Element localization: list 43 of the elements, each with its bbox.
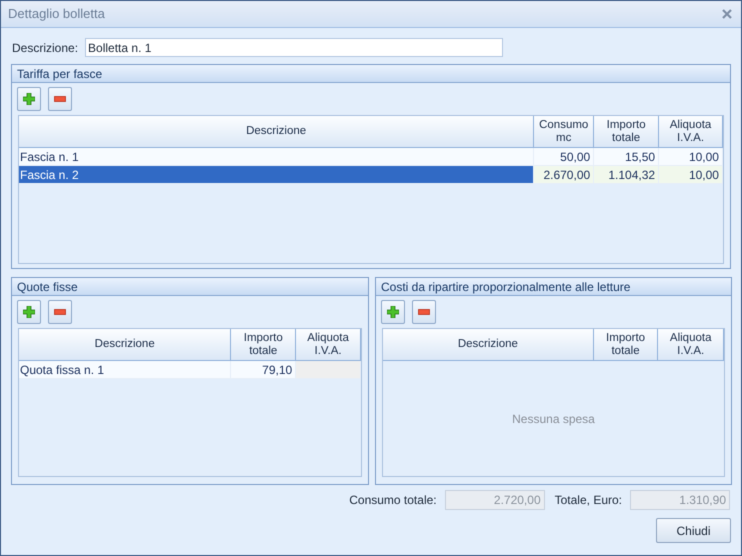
table-cell-text: 50,00 <box>560 148 590 166</box>
field-label: Descrizione: <box>12 40 78 56</box>
input-field[interactable]: Bolletta n. 1 <box>85 38 504 57</box>
table-cell-text: 10,00 <box>688 148 719 166</box>
minus-icon <box>54 96 66 102</box>
column-header[interactable]: Importo totale <box>231 329 296 360</box>
column-header[interactable]: Descrizione <box>19 116 534 147</box>
empty-message: Nessuna spesa <box>512 410 595 428</box>
column-header[interactable]: Descrizione <box>19 329 232 360</box>
column-header[interactable]: Aliquota I.V.A. <box>296 329 361 360</box>
plus-icon <box>387 306 399 318</box>
table-cell-text: 2.670,00 <box>543 166 590 184</box>
table-cell-text: Fascia n. 1 <box>20 148 79 166</box>
add-button[interactable] <box>17 300 41 324</box>
panel-title: Tariffa per fasce <box>12 65 730 83</box>
minus-icon <box>418 309 430 315</box>
table-cell-text: 15,50 <box>625 148 656 166</box>
close-button[interactable]: Chiudi <box>656 518 731 543</box>
total-label: Consumo totale: <box>349 492 437 509</box>
panel-title: Costi da ripartire proporzionalmente alle letture <box>376 278 731 296</box>
column-header[interactable]: Importo totale <box>594 329 658 360</box>
plus-icon <box>23 306 35 318</box>
window-title: Dettaglio bolletta <box>8 5 105 24</box>
remove-button[interactable] <box>412 300 436 324</box>
table-cell-text: Quota fissa n. 1 <box>20 362 104 378</box>
remove-button[interactable] <box>48 87 72 111</box>
add-button[interactable] <box>381 300 405 324</box>
column-header[interactable]: Aliquota I.V.A. <box>659 116 723 147</box>
table-cell-text: 1.104,32 <box>608 166 656 184</box>
add-button[interactable] <box>17 87 41 111</box>
column-header[interactable]: Importo totale <box>594 116 660 147</box>
close-icon[interactable] <box>722 9 732 19</box>
table-cell-text: 10,00 <box>688 166 719 184</box>
table-cell-text: Fascia n. 2 <box>20 166 79 184</box>
column-header[interactable]: Consumo mc <box>534 116 594 147</box>
minus-icon <box>54 309 66 315</box>
total-label: Totale, Euro: <box>554 492 622 509</box>
plus-icon <box>23 93 35 105</box>
remove-button[interactable] <box>48 300 72 324</box>
panel-title: Quote fisse <box>12 278 368 296</box>
table-cell-text: 79,10 <box>262 362 292 378</box>
column-header[interactable]: Aliquota I.V.A. <box>658 329 724 360</box>
column-header[interactable]: Descrizione <box>383 329 594 360</box>
